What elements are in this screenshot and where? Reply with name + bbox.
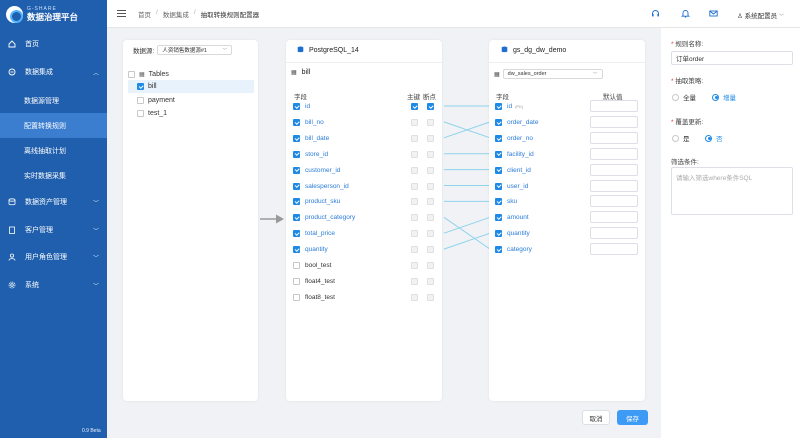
field-checkbox[interactable]: [495, 118, 502, 126]
strategy-full-radio[interactable]: 全量: [672, 92, 696, 102]
mapping-line[interactable]: [443, 232, 491, 250]
overwrite-label: * 覆盖更新:: [671, 119, 704, 126]
field-checkbox[interactable]: [495, 246, 502, 254]
default-value-input[interactable]: [590, 163, 638, 176]
target-field-row: facility_id: [495, 147, 595, 162]
cancel-button[interactable]: 取消: [582, 410, 610, 425]
field-name: id: [507, 103, 513, 110]
field-checkbox[interactable]: [495, 198, 502, 206]
table-grid-icon: ▦: [494, 71, 500, 78]
field-name: category: [507, 246, 532, 254]
radio-icon: [672, 134, 679, 142]
target-field-row: amount: [495, 210, 595, 225]
target-table-value: dw_sales_order: [507, 71, 547, 77]
field-checkbox[interactable]: [495, 182, 502, 190]
divider: [489, 62, 645, 63]
database-icon: [501, 46, 508, 55]
rule-name-label: * 规则名称:: [671, 41, 704, 48]
radio-label: 增量: [723, 95, 736, 102]
default-value-input[interactable]: [590, 131, 638, 144]
default-value-input[interactable]: [590, 100, 638, 112]
target-field-row: id (PK): [495, 99, 595, 114]
field-checkbox[interactable]: [495, 214, 502, 222]
target-table-row: ▦ dw_sales_order ﹀: [494, 69, 603, 79]
mapping-line[interactable]: [443, 216, 491, 234]
target-field-row: client_id: [495, 163, 595, 178]
target-field-row: order_date: [495, 115, 595, 130]
field-name: sku: [507, 198, 518, 206]
field-name: quantity: [507, 230, 530, 238]
mapping-line[interactable]: [443, 216, 491, 250]
radio-label: 是: [683, 136, 690, 143]
default-value-input[interactable]: [590, 211, 638, 224]
strategy-incremental-radio[interactable]: 增量: [712, 92, 736, 102]
field-name: amount: [507, 214, 529, 222]
target-db-name: gs_dg_dw_demo: [513, 47, 567, 54]
target-field-row: sku: [495, 194, 595, 209]
field-checkbox[interactable]: [495, 134, 502, 142]
field-checkbox[interactable]: [495, 166, 502, 174]
rule-name-input[interactable]: 订单order: [671, 51, 793, 65]
target-field-row: quantity: [495, 226, 595, 241]
target-db-title: gs_dg_dw_demo: [501, 46, 566, 55]
save-button[interactable]: 保存: [617, 410, 648, 425]
field-name: order_no: [507, 134, 534, 142]
default-value-input[interactable]: [590, 243, 638, 256]
field-name: order_date: [507, 118, 539, 126]
default-value-input[interactable]: [590, 147, 638, 160]
radio-icon: [712, 93, 719, 101]
default-value-input[interactable]: [590, 179, 638, 192]
target-table-select[interactable]: dw_sales_order ﹀: [502, 69, 603, 79]
field-checkbox[interactable]: [495, 150, 502, 158]
overwrite-yes-radio[interactable]: 是: [672, 133, 690, 143]
chevron-down-icon: ﹀: [592, 71, 598, 78]
default-value-input[interactable]: [590, 115, 638, 128]
field-checkbox[interactable]: [495, 103, 502, 110]
filter-label: 筛选条件:: [671, 159, 699, 166]
strategy-label: * 抽取策略:: [671, 78, 704, 85]
field-checkbox[interactable]: [495, 230, 502, 238]
target-field-row: user_id: [495, 179, 595, 194]
field-name: user_id: [507, 182, 529, 190]
pk-marker: (PK): [515, 104, 524, 109]
field-name: facility_id: [507, 150, 534, 158]
radio-icon: [672, 93, 679, 101]
target-field-row: order_no: [495, 131, 595, 146]
radio-label: 否: [716, 136, 723, 143]
overwrite-no-radio[interactable]: 否: [705, 133, 723, 143]
radio-label: 全量: [683, 95, 696, 102]
default-value-input[interactable]: [590, 195, 638, 208]
field-name: client_id: [507, 166, 531, 174]
target-field-row: category: [495, 242, 595, 257]
filter-textarea[interactable]: 请输入筛选where条件SQL: [671, 167, 793, 215]
radio-icon: [705, 134, 712, 142]
rule-form-panel: [661, 28, 800, 438]
default-value-input[interactable]: [590, 227, 638, 240]
